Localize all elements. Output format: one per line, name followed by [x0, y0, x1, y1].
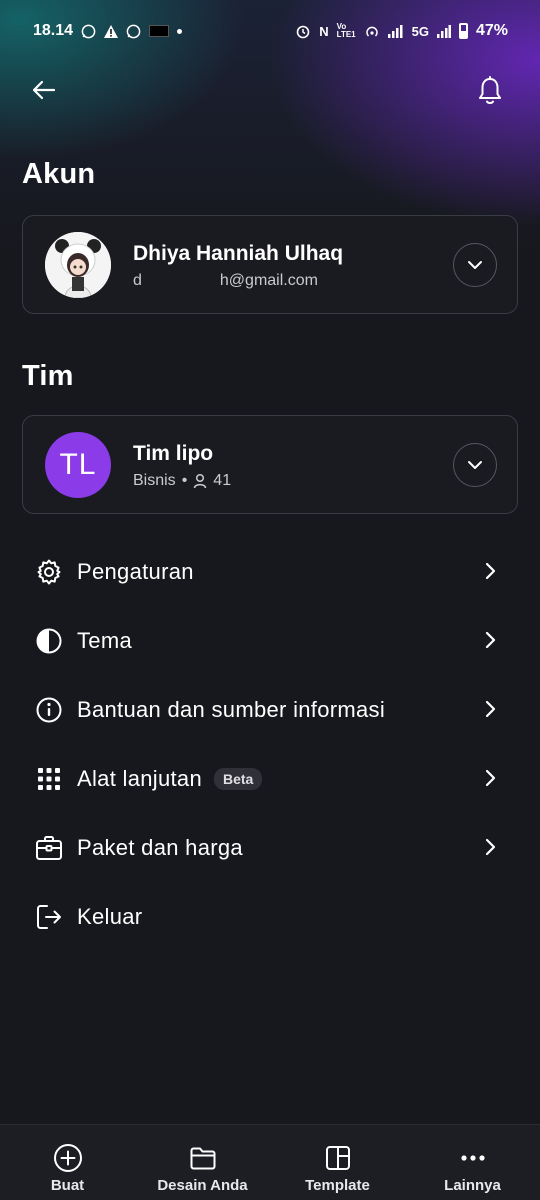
status-time: 18.14 [33, 22, 74, 39]
menu-item-bantuan[interactable]: Bantuan dan sumber informasi [0, 675, 540, 744]
team-info: Bisnis • 41 [133, 472, 231, 490]
plus-circle-icon [53, 1143, 83, 1173]
more-dots-icon [458, 1143, 488, 1173]
folder-icon [188, 1143, 218, 1173]
account-expand-button[interactable] [453, 243, 497, 287]
alarm-icon [295, 23, 311, 39]
nav-item-template[interactable]: Template [270, 1125, 405, 1200]
chevron-right-icon [480, 559, 500, 583]
info-icon [34, 695, 64, 725]
more-notifications-dot [177, 28, 183, 34]
email-prefix: d [133, 272, 142, 289]
menu-label: Paket dan harga [77, 834, 243, 860]
menu-label: Pengaturan [77, 558, 194, 584]
account-name: Dhiya Hanniah Ulhaq [133, 242, 344, 265]
nav-label: Lainnya [444, 1177, 501, 1194]
nav-label: Template [305, 1177, 370, 1194]
menu-item-pengaturan[interactable]: Pengaturan [0, 537, 540, 606]
menu-label: Tema [77, 627, 132, 653]
account-section-title: Akun [22, 158, 96, 190]
chevron-right-icon [480, 697, 500, 721]
whatsapp-icon [81, 24, 96, 39]
account-email: d h@gmail.com [133, 272, 318, 290]
warning-icon [104, 24, 119, 38]
menu-label: Bantuan dan sumber informasi [77, 696, 386, 722]
gear-icon [34, 557, 64, 587]
person-icon [194, 473, 207, 489]
bell-icon [479, 76, 501, 104]
nav-label: Buat [50, 1177, 85, 1194]
menu-item-tema[interactable]: Tema [0, 606, 540, 675]
team-plan: Bisnis [133, 472, 176, 489]
apps-grid-icon [34, 764, 64, 794]
chevron-down-icon [468, 461, 482, 469]
notifications-button[interactable] [474, 74, 506, 108]
avatar [45, 232, 111, 298]
chevron-right-icon [480, 628, 500, 652]
menu-item-keluar[interactable]: Keluar [0, 882, 540, 951]
battery-icon [458, 23, 468, 39]
signal-icon [387, 24, 404, 38]
logout-icon [34, 902, 64, 932]
menu-item-paket-harga[interactable]: Paket dan harga [0, 813, 540, 882]
bottom-navigation: Buat Desain Anda Template Lainnya [0, 1124, 540, 1200]
status-bar: 18.14 N Vo LTE1 5G 47% [0, 0, 540, 62]
app-notification-icon [149, 25, 170, 37]
team-member-count: 41 [213, 472, 232, 489]
back-button[interactable] [28, 74, 60, 106]
team-expand-button[interactable] [453, 443, 497, 487]
menu-label: Keluar [77, 903, 143, 929]
team-card[interactable]: TL Tim lipo Bisnis • 41 [22, 415, 518, 514]
beta-badge: Beta [214, 767, 263, 790]
chevron-down-icon [468, 261, 482, 269]
team-section-title: Tim [22, 360, 74, 392]
email-suffix: h@gmail.com [219, 272, 318, 289]
signal-2-icon [436, 24, 451, 38]
menu-label: Alat lanjutan [77, 765, 202, 791]
nav-item-desain-anda[interactable]: Desain Anda [135, 1125, 270, 1200]
settings-menu: Pengaturan Tema Bantuan dan sumber infor… [0, 537, 540, 951]
hotspot-icon [364, 24, 380, 38]
team-name: Tim lipo [133, 442, 214, 465]
battery-percent: 47% [475, 22, 508, 39]
whatsapp-business-icon [126, 24, 141, 39]
briefcase-icon [34, 833, 64, 863]
network-type: 5G [411, 23, 429, 39]
nfc-icon: N [319, 23, 329, 39]
volte-icon: Vo LTE1 [336, 22, 356, 39]
contrast-icon [34, 626, 64, 656]
team-separator: • [181, 472, 188, 489]
menu-item-alat-lanjutan[interactable]: Alat lanjutan Beta [0, 744, 540, 813]
nav-item-buat[interactable]: Buat [0, 1125, 135, 1200]
nav-item-lainnya[interactable]: Lainnya [405, 1125, 540, 1200]
arrow-left-icon [32, 80, 56, 100]
account-card[interactable]: Dhiya Hanniah Ulhaq d h@gmail.com [22, 215, 518, 314]
template-icon [323, 1143, 353, 1173]
chevron-right-icon [480, 766, 500, 790]
chevron-right-icon [480, 835, 500, 859]
team-avatar: TL [45, 432, 111, 498]
nav-label: Desain Anda [157, 1177, 248, 1194]
